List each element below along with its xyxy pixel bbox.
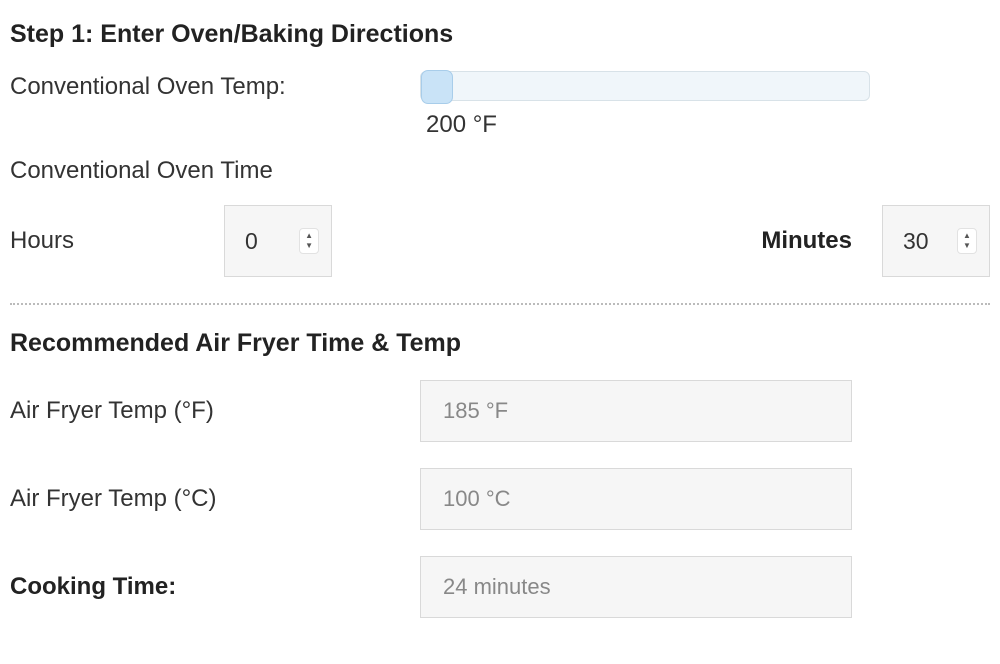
hours-stepper[interactable]: ▲ ▼ <box>299 228 319 254</box>
chevron-up-icon[interactable]: ▲ <box>963 231 971 241</box>
hours-group: Hours 0 ▲ ▼ <box>10 205 332 277</box>
hours-value: 0 <box>245 228 258 255</box>
minutes-label: Minutes <box>761 227 852 255</box>
oven-temp-control: 200 °F <box>420 71 990 139</box>
airfryer-temp-f-label: Air Fryer Temp (°F) <box>10 397 420 425</box>
airfryer-temp-c-row: Air Fryer Temp (°C) 100 °C <box>10 468 990 530</box>
airfryer-temp-c-label: Air Fryer Temp (°C) <box>10 485 420 513</box>
hours-label: Hours <box>10 227 74 255</box>
minutes-stepper[interactable]: ▲ ▼ <box>957 228 977 254</box>
oven-temp-label: Conventional Oven Temp: <box>10 71 420 101</box>
airfryer-temp-f-row: Air Fryer Temp (°F) 185 °F <box>10 380 990 442</box>
minutes-value: 30 <box>903 228 929 255</box>
oven-time-row: Hours 0 ▲ ▼ Minutes 30 ▲ ▼ <box>10 205 990 303</box>
oven-temp-slider[interactable] <box>420 71 870 101</box>
minutes-input[interactable]: 30 ▲ ▼ <box>882 205 990 277</box>
step-1-title: Step 1: Enter Oven/Baking Directions <box>10 20 990 49</box>
step-1-section: Step 1: Enter Oven/Baking Directions Con… <box>10 20 990 303</box>
chevron-up-icon[interactable]: ▲ <box>305 231 313 241</box>
chevron-down-icon[interactable]: ▼ <box>963 241 971 251</box>
results-title: Recommended Air Fryer Time & Temp <box>10 329 990 358</box>
chevron-down-icon[interactable]: ▼ <box>305 241 313 251</box>
results-section: Recommended Air Fryer Time & Temp Air Fr… <box>10 329 990 618</box>
minutes-group: Minutes 30 ▲ ▼ <box>761 205 990 277</box>
airfryer-temp-f-output: 185 °F <box>420 380 852 442</box>
airfryer-temp-c-output: 100 °C <box>420 468 852 530</box>
oven-temp-row: Conventional Oven Temp: 200 °F <box>10 71 990 139</box>
cooking-time-row: Cooking Time: 24 minutes <box>10 556 990 618</box>
slider-thumb[interactable] <box>421 70 453 104</box>
hours-input[interactable]: 0 ▲ ▼ <box>224 205 332 277</box>
oven-temp-value: 200 °F <box>426 111 870 139</box>
oven-time-heading: Conventional Oven Time <box>10 157 990 185</box>
cooking-time-output: 24 minutes <box>420 556 852 618</box>
cooking-time-label: Cooking Time: <box>10 573 420 601</box>
section-divider <box>10 303 990 305</box>
